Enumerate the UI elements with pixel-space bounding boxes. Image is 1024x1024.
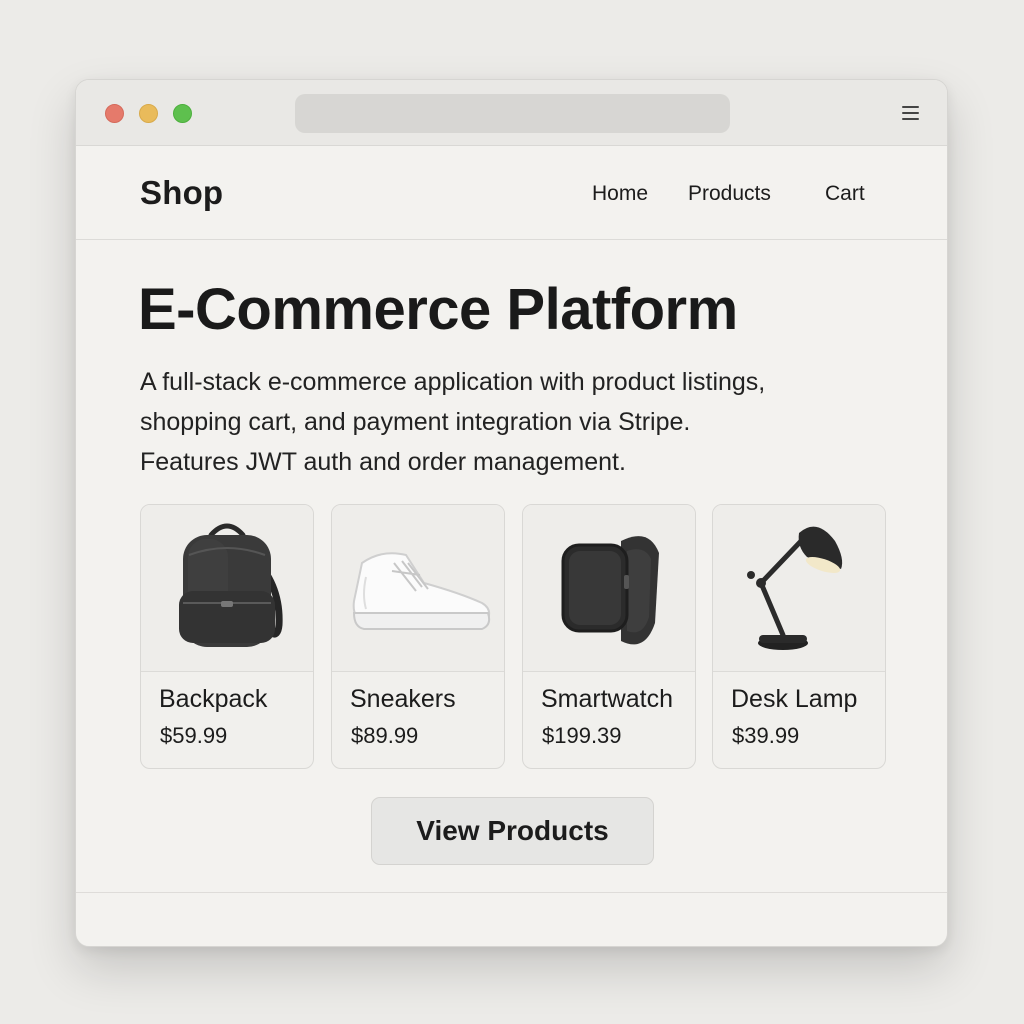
minimize-dot[interactable] — [139, 104, 158, 123]
nav-link-products[interactable]: Products — [688, 182, 771, 206]
address-bar[interactable] — [295, 94, 730, 133]
product-name: Backpack — [159, 685, 268, 713]
product-name: Sneakers — [350, 685, 456, 713]
product-price: $39.99 — [732, 723, 800, 748]
product-card-sneakers[interactable]: Sneakers $89.99 — [331, 504, 505, 769]
page-title: E-Commerce Platform — [138, 277, 738, 342]
hamburger-menu-icon[interactable] — [902, 105, 919, 121]
product-image — [523, 505, 695, 672]
smartwatch-icon — [561, 536, 659, 645]
product-price: $199.39 — [542, 723, 622, 748]
product-price: $59.99 — [160, 723, 228, 748]
footer-divider — [76, 892, 947, 893]
product-name: Smartwatch — [541, 685, 673, 713]
backpack-icon — [179, 523, 283, 647]
product-image — [332, 505, 504, 672]
product-image — [713, 505, 885, 672]
product-card-desk-lamp[interactable]: Desk Lamp $39.99 — [712, 504, 886, 769]
desk-lamp-icon — [747, 526, 843, 650]
description-line: Features JWT auth and order management. — [140, 448, 626, 476]
product-name: Desk Lamp — [731, 685, 858, 713]
nav-link-cart[interactable]: Cart — [825, 182, 865, 206]
view-products-button[interactable]: View Products — [371, 797, 654, 865]
nav-link-home[interactable]: Home — [592, 182, 648, 206]
sneaker-icon — [352, 552, 491, 630]
site-navbar: Shop Home Products Cart — [76, 146, 947, 240]
description-line: A full-stack e-commerce application with… — [140, 368, 766, 396]
product-card-backpack[interactable]: Backpack $59.99 — [140, 504, 314, 769]
title-bar — [76, 80, 947, 146]
maximize-dot[interactable] — [173, 104, 192, 123]
product-grid: Backpack $59.99 Sneakers $89.99 Smartwat… — [140, 504, 888, 770]
browser-window: Shop Home Products Cart E-Commerce Platf… — [75, 79, 948, 947]
product-price: $89.99 — [351, 723, 419, 748]
description-line: shopping cart, and payment integration v… — [140, 408, 691, 436]
product-card-smartwatch[interactable]: Smartwatch $199.39 — [522, 504, 696, 769]
hero-description: A full-stack e-commerce application with… — [140, 362, 870, 482]
brand-logo[interactable]: Shop — [140, 174, 223, 212]
close-dot[interactable] — [105, 104, 124, 123]
product-image — [141, 505, 313, 672]
